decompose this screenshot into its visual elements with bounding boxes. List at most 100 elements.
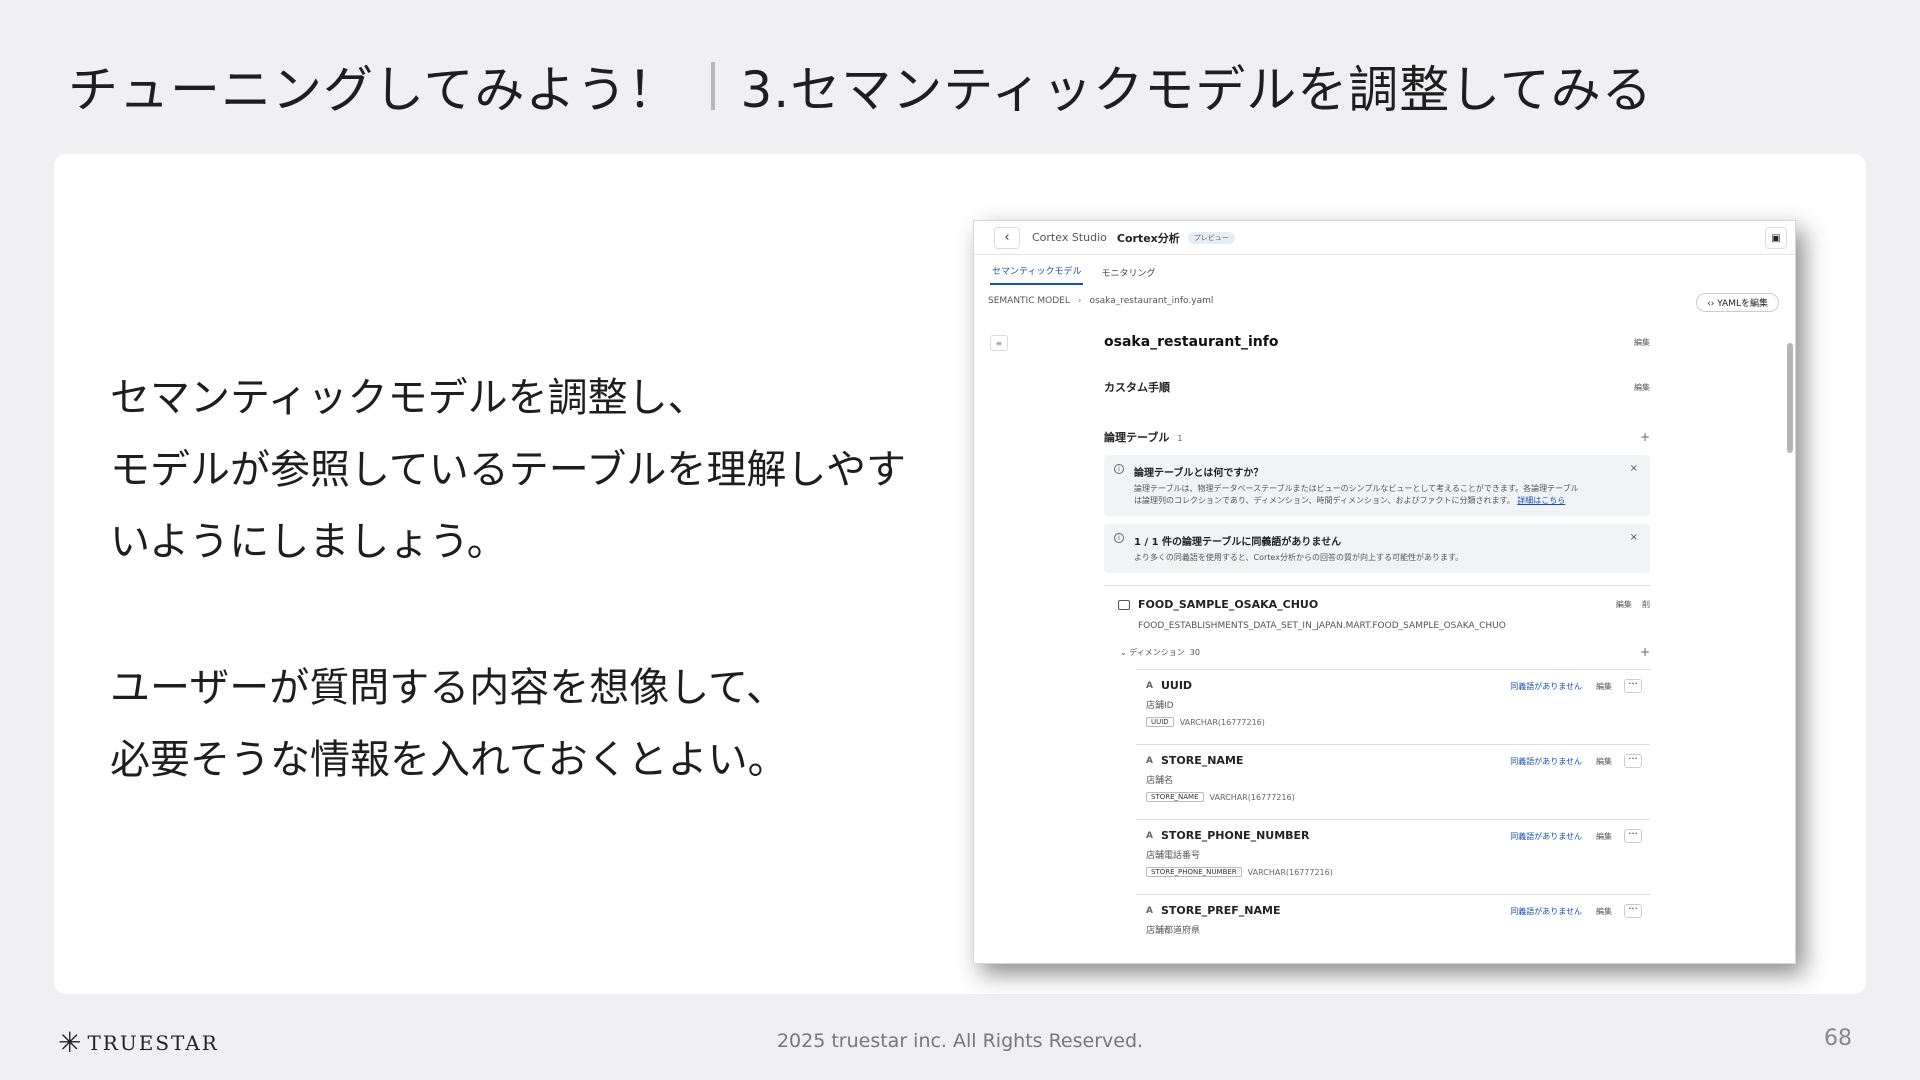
edit-yaml-label: YAMLを編集	[1717, 299, 1768, 309]
dimension-row: A UUID 店舗ID UUID VARCHAR(16777216) 同義語がありま…	[1136, 669, 1650, 744]
custom-steps-title: カスタム手順	[1104, 381, 1170, 394]
dimension-description: 店舗ID	[1146, 701, 1174, 711]
column-tag: UUID	[1146, 717, 1174, 727]
breadcrumb-analyst: Cortex分析	[1116, 231, 1180, 245]
body-paragraph-2: ユーザーが質問する内容を想像して、 必要そうな情報を入れておくとよい。	[110, 652, 788, 796]
edit-dimension-button[interactable]: 編集	[1596, 831, 1612, 842]
no-synonyms-link[interactable]: 同義語がありません	[1510, 906, 1582, 917]
save-icon[interactable]: ▣	[1765, 227, 1787, 249]
info-no-synonyms: i × 1 / 1 件の論理テーブルに同義語がありません より多くの同義語を使用…	[1104, 524, 1650, 573]
more-icon[interactable]: ···	[1624, 829, 1642, 843]
table-icon	[1118, 599, 1130, 610]
logical-tables-title: 論理テーブル 1	[1104, 429, 1182, 445]
scrollbar-thumb[interactable]	[1787, 343, 1793, 453]
table-source-path: FOOD_ESTABLISHMENTS_DATA_SET_IN_JAPAN.MA…	[1138, 621, 1506, 631]
logical-tables-label: 論理テーブル	[1104, 431, 1170, 444]
edit-dimension-button[interactable]: 編集	[1596, 906, 1612, 917]
close-icon[interactable]: ×	[1630, 463, 1638, 474]
body-line: セマンティックモデルを調整し、	[110, 375, 708, 421]
text-type-icon: A	[1146, 830, 1153, 841]
logical-table: FOOD_SAMPLE_OSAKA_CHUO 編集 削 FOOD_ESTABLI…	[1104, 585, 1650, 963]
more-icon[interactable]: ···	[1624, 754, 1642, 768]
sidebar-toggle-icon[interactable]: ≡	[990, 335, 1008, 351]
tab-semantic-model[interactable]: セマンティックモデル	[990, 264, 1084, 285]
tab-monitoring[interactable]: モニタリング	[1099, 266, 1157, 285]
dimension-row: A STORE_PREF_NAME 店舗都道府県 同義語がありません 編集 ···	[1136, 894, 1650, 963]
info-title: 論理テーブルとは何ですか？	[1134, 468, 1264, 479]
semantic-model-path: SEMANTIC MODEL › osaka_restaurant_info.y…	[974, 285, 1795, 317]
info-title: 1 / 1 件の論理テーブルに同義語がありません	[1134, 537, 1342, 548]
edit-yaml-button[interactable]: ‹› YAMLを編集	[1696, 293, 1779, 312]
page-number: 68	[1824, 1026, 1852, 1051]
info-icon: i	[1114, 533, 1124, 543]
body-line: モデルが参照しているテーブルを理解しやす	[110, 447, 906, 493]
close-icon[interactable]: ×	[1630, 532, 1638, 543]
column-type: VARCHAR(16777216)	[1247, 867, 1333, 877]
slide-title-sub: 3.セマンティックモデルを調整してみる	[740, 61, 1653, 119]
dimensions-header: ⌄ ディメンション 30 +	[1120, 645, 1650, 659]
model-name: osaka_restaurant_info	[1104, 334, 1279, 350]
dimension-name-label: STORE_PHONE_NUMBER	[1160, 829, 1310, 842]
dimension-actions: 同義語がありません 編集 ···	[1510, 679, 1642, 693]
no-synonyms-link[interactable]: 同義語がありません	[1510, 756, 1582, 767]
dimension-name-label: UUID	[1160, 679, 1193, 692]
dimension-row: A STORE_PHONE_NUMBER 店舗電話番号 STORE_PHONE_N…	[1136, 819, 1650, 894]
table-actions: 編集 削	[1616, 599, 1650, 610]
back-button[interactable]: ‹	[994, 226, 1020, 249]
edit-dimension-button[interactable]: 編集	[1596, 756, 1612, 767]
dimension-type: UUID VARCHAR(16777216)	[1146, 717, 1642, 727]
text-type-icon: A	[1146, 905, 1153, 916]
body-paragraph-1: セマンティックモデルを調整し、 モデルが参照しているテーブルを理解しやす いよう…	[110, 362, 906, 578]
path-root[interactable]: SEMANTIC MODEL	[988, 296, 1070, 306]
edit-dimension-button[interactable]: 編集	[1596, 681, 1612, 692]
edit-table-button[interactable]: 編集	[1616, 600, 1632, 609]
dimensions-label: ディメンション	[1129, 647, 1185, 657]
screenshot-header: ‹ Cortex Studio Cortex分析 プレビュー ▣	[974, 221, 1795, 255]
learn-more-link[interactable]: 詳細はこちら	[1517, 496, 1565, 505]
dimension-actions: 同義語がありません 編集 ···	[1510, 754, 1642, 768]
dimension-actions: 同義語がありません 編集 ···	[1510, 904, 1642, 918]
no-synonyms-link[interactable]: 同義語がありません	[1510, 831, 1582, 842]
more-icon[interactable]: ···	[1624, 679, 1642, 693]
text-type-icon: A	[1146, 755, 1153, 766]
dimensions-toggle[interactable]: ⌄ ディメンション 30	[1120, 647, 1200, 658]
edit-model-button[interactable]: 編集	[1634, 337, 1650, 348]
info-text: より多くの同義語を使用すると、Cortex分析からの回答の質が向上する可能性があ…	[1134, 553, 1464, 562]
info-line-1: 論理テーブルは、物理データベーステーブルまたはビューのシンプルなビューとして考え…	[1134, 484, 1579, 493]
dimension-description: 店舗名	[1146, 776, 1174, 786]
dimension-name-label: STORE_NAME	[1160, 754, 1244, 767]
add-table-icon[interactable]: +	[1640, 430, 1650, 444]
body-line: ユーザーが質問する内容を想像して、	[110, 665, 786, 711]
chevron-right-icon: ›	[1077, 296, 1082, 306]
more-icon[interactable]: ···	[1624, 904, 1642, 918]
dimensions-count: 30	[1189, 647, 1200, 657]
breadcrumb-studio[interactable]: Cortex Studio	[1032, 231, 1107, 244]
no-synonyms-link[interactable]: 同義語がありません	[1510, 681, 1582, 692]
copyright: 2025 truestar inc. All Rights Reserved.	[776, 1030, 1144, 1052]
title-separator	[710, 62, 715, 110]
slide-title: チューニングしてみよう！ 3.セマンティックモデルを調整してみる	[68, 50, 1653, 122]
info-text: 論理テーブルは、物理データベーステーブルまたはビューのシンプルなビューとして考え…	[1134, 483, 1638, 507]
preview-badge: プレビュー	[1187, 231, 1235, 244]
scrollbar[interactable]	[1787, 335, 1793, 935]
chevron-down-icon: ⌄	[1120, 647, 1130, 657]
dimension-actions: 同義語がありません 編集 ···	[1510, 829, 1642, 843]
column-tag: STORE_NAME	[1146, 792, 1204, 802]
add-dimension-icon[interactable]: +	[1640, 645, 1650, 659]
chevron-left-icon: ‹	[1004, 230, 1010, 245]
info-icon: i	[1114, 464, 1124, 474]
info-line-2: は論理列のコレクションであり、ディメンション、時間ディメンション、およびファクト…	[1134, 496, 1515, 505]
edit-custom-steps-button[interactable]: 編集	[1634, 382, 1650, 393]
slide-title-main: チューニングしてみよう！	[68, 61, 679, 119]
screenshot-tabs: セマンティックモデル モニタリング	[974, 255, 1795, 285]
info-logical-tables: i × 論理テーブルとは何ですか？ 論理テーブルは、物理データベーステーブルまた…	[1104, 455, 1650, 516]
table-name: FOOD_SAMPLE_OSAKA_CHUO	[1118, 598, 1318, 611]
semantic-model-panel: osaka_restaurant_info 編集 カスタム手順 編集 論理テーブ…	[1104, 331, 1650, 963]
dimension-type: STORE_NAME VARCHAR(16777216)	[1146, 792, 1642, 802]
body-line: いようにしましょう。	[110, 519, 507, 565]
table-name-label: FOOD_SAMPLE_OSAKA_CHUO	[1138, 598, 1319, 611]
column-tag: STORE_PHONE_NUMBER	[1146, 867, 1242, 877]
column-type: VARCHAR(16777216)	[1209, 792, 1295, 802]
dimension-row: A STORE_NAME 店舗名 STORE_NAME VARCHAR(167772…	[1136, 744, 1650, 819]
delete-table-button[interactable]: 削	[1642, 600, 1650, 609]
